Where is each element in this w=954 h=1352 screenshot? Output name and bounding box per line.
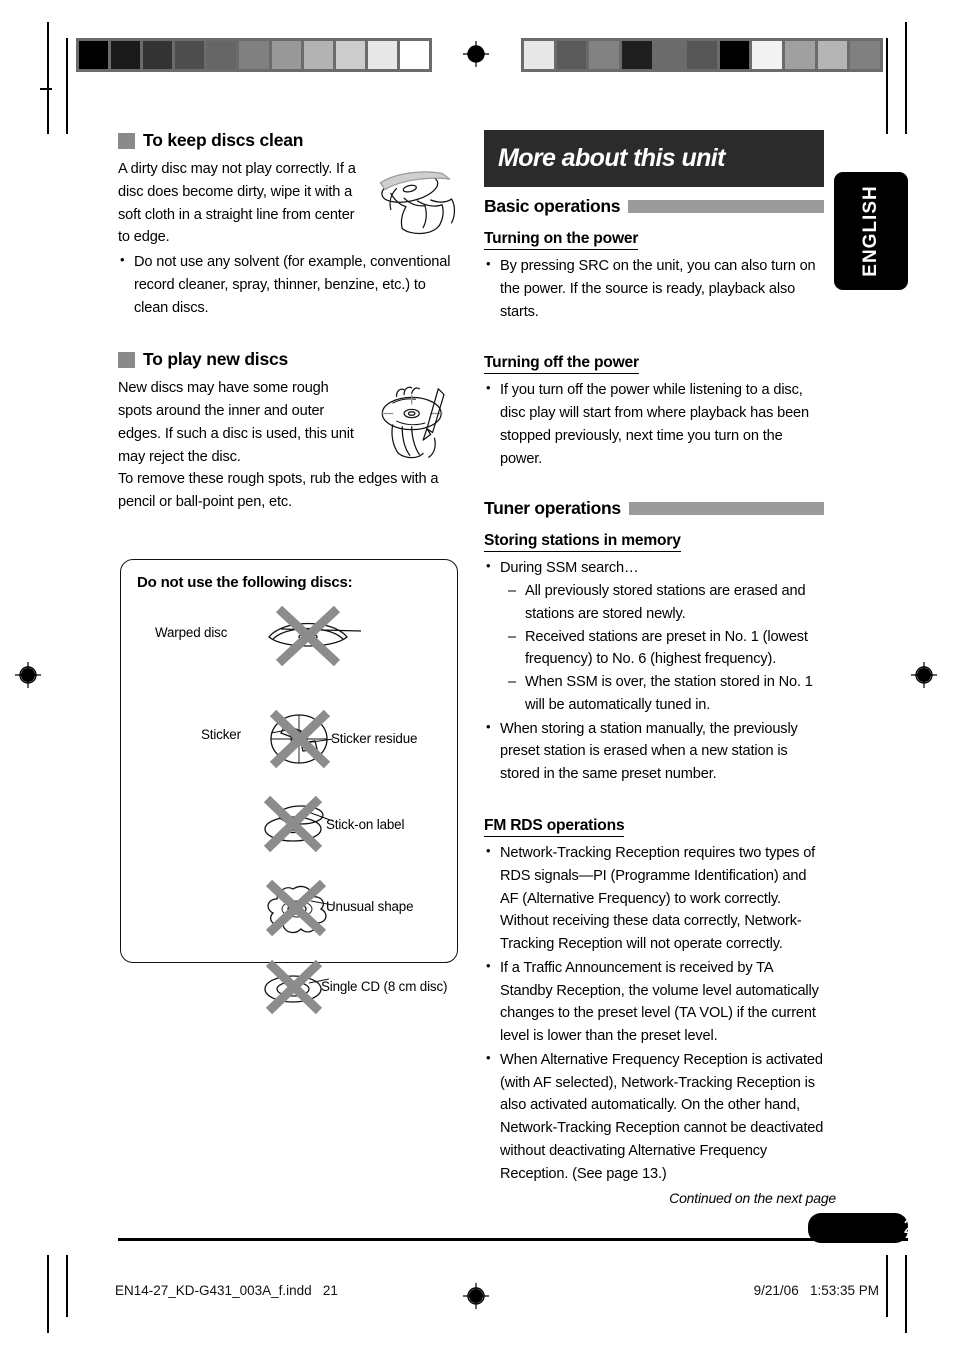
footer-rule	[118, 1238, 908, 1241]
disc-item-warped: Warped disc	[121, 603, 457, 673]
list-item: If you turn off the power while listenin…	[484, 378, 824, 470]
disc-with-stick-on-label-crossed-out-icon	[263, 795, 334, 853]
group-heading-text: Tuner operations	[484, 498, 621, 519]
print-timestamp: 9/21/06 1:53:35 PM	[753, 1283, 879, 1298]
list-item: When SSM is over, the station stored in …	[508, 671, 824, 717]
list-item: Network-Tracking Reception requires two …	[484, 841, 824, 956]
subsection-turning-on-power: Turning on the power By pressing SRC on …	[484, 221, 824, 323]
subsection-title: Storing stations in memory	[484, 532, 681, 553]
subsection-turning-off-power: Turning off the power If you turn off th…	[484, 345, 824, 470]
do-not-use-discs-box: Do not use the following discs: Warped d…	[120, 559, 458, 1015]
list-item: When Alternative Frequency Reception is …	[484, 1048, 824, 1186]
list-item: During SSM search…	[484, 556, 824, 580]
disc-item-unusual: Unusual shape	[121, 871, 457, 945]
subsection-title: FM RDS operations	[484, 817, 625, 838]
list-item: By pressing SRC on the unit, you can als…	[484, 254, 824, 323]
banner-more-about-this-unit: More about this unit	[484, 130, 824, 187]
section-heading-keep-discs-clean: To keep discs clean	[118, 130, 463, 151]
subsection-title: Turning on the power	[484, 230, 638, 250]
section-heading-text: To play new discs	[143, 349, 289, 370]
list-item: When storing a station manually, the pre…	[484, 717, 824, 786]
language-tab-english: ENGLISH	[834, 172, 908, 290]
language-tab-label: ENGLISH	[860, 185, 881, 277]
subsection-bullets-after: When storing a station manually, the pre…	[484, 717, 824, 786]
disc-item-stickon: Stick-on label	[121, 789, 457, 863]
subsection-title: Turning off the power	[484, 354, 639, 375]
left-column: To keep discs clean A dirty disc may not…	[118, 130, 463, 514]
square-bullet-icon	[118, 132, 135, 149]
play-new-discs-paragraph-2: To remove these rough spots, rub the edg…	[118, 471, 439, 511]
page-number-tab	[808, 1213, 908, 1243]
disc-box-title: Do not use the following discs:	[137, 574, 353, 591]
subsection-fm-rds-operations: FM RDS operations Network-Tracking Recep…	[484, 808, 824, 1185]
disc-with-sticker-crossed-out-icon	[269, 709, 334, 769]
subsection-bullets: If you turn off the power while listenin…	[484, 378, 824, 470]
group-heading-tuner-operations: Tuner operations	[484, 498, 824, 519]
subsection-bullets: By pressing SRC on the unit, you can als…	[484, 254, 824, 323]
disc-item-label: Sticker	[201, 727, 241, 742]
flower-shaped-disc-crossed-out-icon	[265, 879, 334, 937]
subsection-storing-stations: Storing stations in memory During SSM se…	[484, 523, 824, 786]
group-heading-rule	[628, 502, 824, 516]
group-heading-text: Basic operations	[484, 196, 621, 216]
single-cd-8cm-crossed-out-icon	[264, 959, 330, 1015]
continued-note: Continued on the next page	[669, 1190, 836, 1206]
list-item: Received stations are preset in No. 1 (l…	[508, 626, 824, 672]
disc-item-sticker: Sticker Sticker residue	[121, 699, 457, 781]
list-item: All previously stored stations are erase…	[508, 580, 824, 626]
page-number: 21	[903, 1217, 924, 1238]
subsection-bullets: Network-Tracking Reception requires two …	[484, 841, 824, 1186]
print-filename: EN14-27_KD-G431_003A_f.indd 21	[115, 1283, 338, 1298]
square-bullet-icon	[118, 351, 135, 368]
group-heading-rule	[628, 200, 824, 213]
warped-disc-crossed-out-icon	[268, 605, 362, 667]
keep-discs-clean-bullets: Do not use any solvent (for example, con…	[118, 250, 463, 319]
list-item: If a Traffic Announcement is received by…	[484, 956, 824, 1048]
list-item: Do not use any solvent (for example, con…	[118, 250, 463, 319]
subsection-sub-bullets: All previously stored stations are erase…	[508, 580, 824, 717]
banner-title: More about this unit	[498, 144, 725, 172]
manual-page: To keep discs clean A dirty disc may not…	[0, 0, 954, 1352]
hand-wiping-disc-illustration	[379, 171, 456, 235]
hand-rubbing-disc-edge-illustration	[381, 387, 445, 459]
section-heading-play-new-discs: To play new discs	[118, 349, 463, 370]
group-heading-basic-operations: Basic operations	[484, 196, 824, 217]
disc-item-label: Warped disc	[155, 625, 228, 640]
section-heading-text: To keep discs clean	[143, 130, 304, 150]
disc-item-single-cd: Single CD (8 cm disc)	[121, 953, 457, 1023]
right-column: More about this unit Basic operations Tu…	[484, 130, 824, 1186]
subsection-bullets: During SSM search…	[484, 556, 824, 580]
